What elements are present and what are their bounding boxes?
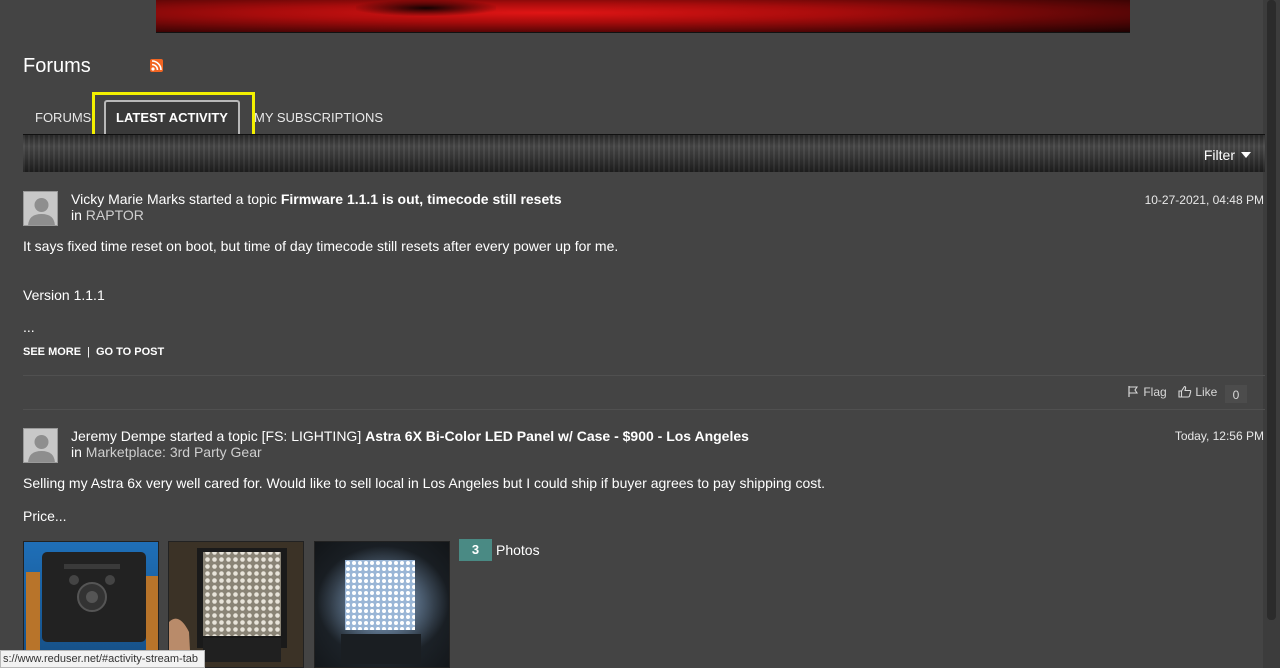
photo-thumbnail[interactable]: [23, 541, 159, 668]
photo-count-badge[interactable]: 3: [459, 539, 492, 561]
post-forum-line: in Marketplace: 3rd Party Gear: [71, 444, 262, 460]
avatar[interactable]: [23, 428, 58, 463]
post-links: SEE MORE | GO TO POST: [23, 346, 164, 358]
tab-my-subscriptions[interactable]: MY SUBSCRIPTIONS: [254, 100, 383, 134]
post-headline: Jeremy Dempe started a topic [FS: LIGHTI…: [71, 428, 749, 444]
filter-bar: Filter: [23, 134, 1265, 172]
in-label: in: [71, 207, 82, 223]
topic-prefix: [FS: LIGHTING]: [261, 428, 362, 444]
post-body-line: It says fixed time reset on boot, but ti…: [23, 238, 619, 254]
topic-title-link[interactable]: Firmware 1.1.1 is out, timecode still re…: [281, 191, 562, 207]
post-body-line: Price...: [23, 508, 67, 524]
author-link[interactable]: Jeremy Dempe: [71, 428, 166, 444]
forum-link[interactable]: RAPTOR: [86, 207, 144, 223]
divider: [23, 409, 1265, 410]
photo-thumbnail[interactable]: [168, 541, 304, 668]
post-timestamp: Today, 12:56 PM: [1174, 429, 1264, 443]
like-count: 0: [1225, 385, 1247, 403]
divider: [23, 375, 1265, 376]
like-button[interactable]: Like: [1178, 385, 1217, 399]
page-title: Forums: [23, 55, 91, 77]
post-body-line: ...: [23, 319, 35, 335]
flag-button[interactable]: Flag: [1127, 385, 1167, 399]
post-headline: Vicky Marie Marks started a topic Firmwa…: [71, 191, 562, 207]
post-body-line: Selling my Astra 6x very well cared for.…: [23, 475, 826, 491]
tab-latest-activity[interactable]: LATEST ACTIVITY: [104, 100, 240, 135]
vertical-scrollbar[interactable]: [1263, 0, 1280, 668]
forum-link[interactable]: Marketplace: 3rd Party Gear: [86, 444, 262, 460]
status-bar-url: s://www.reduser.net/#activity-stream-tab: [0, 650, 206, 668]
forum-tabs: FORUMS LATEST ACTIVITY MY SUBSCRIPTIONS: [23, 100, 1265, 135]
scrollbar-thumb[interactable]: [1267, 0, 1276, 620]
post-timestamp: 10-27-2021, 04:48 PM: [1144, 193, 1264, 207]
like-label: Like: [1195, 385, 1218, 399]
tab-forums[interactable]: FORUMS: [35, 100, 91, 134]
post-action: started a topic: [169, 428, 258, 444]
see-more-link[interactable]: SEE MORE: [23, 346, 81, 358]
go-to-post-link[interactable]: GO TO POST: [96, 346, 164, 358]
flag-icon: [1128, 386, 1139, 397]
filter-button[interactable]: Filter: [1204, 147, 1251, 163]
site-banner: [156, 0, 1130, 33]
author-link[interactable]: Vicky Marie Marks: [71, 191, 185, 207]
post-action: started a topic: [188, 191, 277, 207]
photos-label[interactable]: Photos: [496, 542, 540, 558]
caret-down-icon: [1241, 152, 1251, 158]
in-label: in: [71, 444, 82, 460]
filter-label: Filter: [1203, 147, 1235, 163]
post-body-line: Version 1.1.1: [23, 287, 105, 303]
link-separator: |: [87, 346, 90, 358]
flag-label: Flag: [1143, 385, 1167, 399]
photo-thumbnail[interactable]: [314, 541, 450, 668]
topic-title-link[interactable]: Astra 6X Bi-Color LED Panel w/ Case - $9…: [365, 428, 749, 444]
post-forum-line: in RAPTOR: [71, 207, 144, 223]
avatar[interactable]: [23, 191, 58, 226]
rss-icon[interactable]: [150, 59, 163, 72]
thumbs-up-icon: [1178, 385, 1192, 398]
